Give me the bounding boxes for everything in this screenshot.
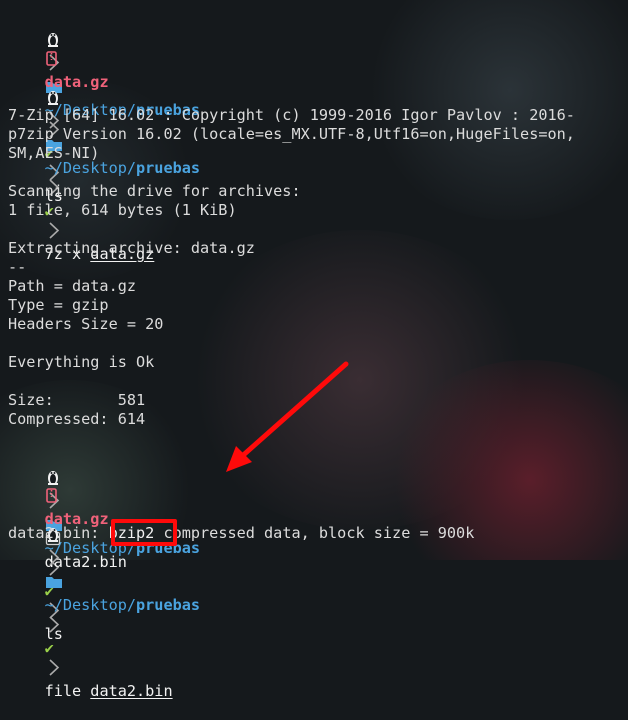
command-arg: data2.bin bbox=[90, 682, 173, 700]
prompt-path-dir: pruebas bbox=[136, 596, 201, 614]
prompt-path-prefix: ~/Desktop/ bbox=[44, 596, 137, 614]
chevron-separator-icon bbox=[45, 658, 63, 682]
chevron-separator-icon bbox=[45, 615, 63, 639]
annotation-arrow bbox=[226, 361, 349, 472]
folder-icon bbox=[45, 572, 63, 596]
command-text: file bbox=[44, 682, 91, 700]
prompt-status-check: ✔ bbox=[44, 639, 54, 657]
